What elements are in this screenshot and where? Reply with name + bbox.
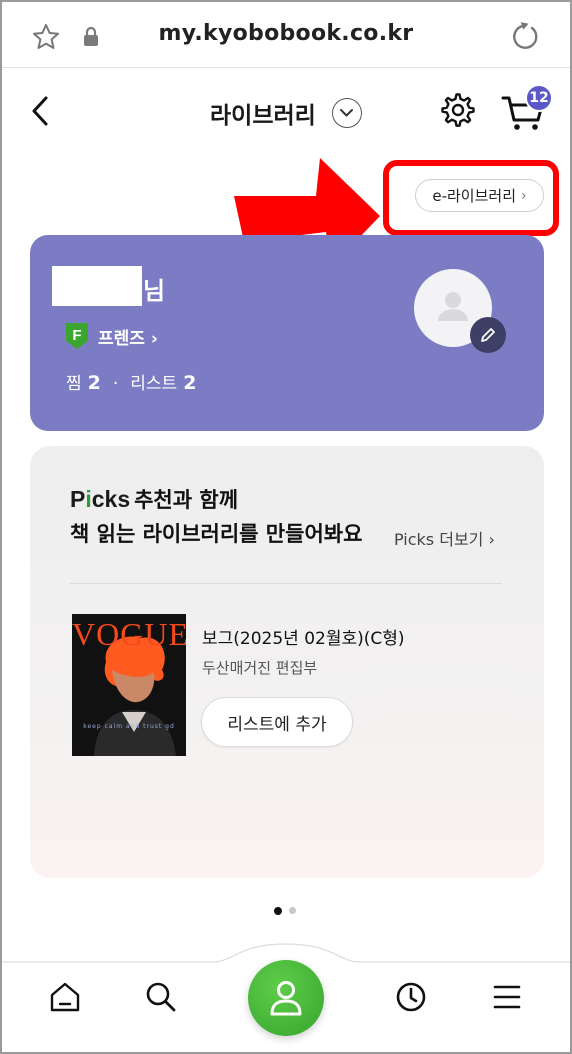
- profile-card: 님 F 프렌즈 › 찜 2 · 리스트 2: [30, 235, 544, 431]
- url-text[interactable]: my.kyobobook.co.kr: [0, 21, 572, 46]
- user-name-redacted: [52, 266, 142, 306]
- book-title[interactable]: 보그(2025년 02월호)(C형): [202, 624, 405, 649]
- picks-headline: Picks 추천과 함께: [70, 484, 238, 514]
- add-to-list-button[interactable]: 리스트에 추가: [201, 697, 353, 747]
- book-cover[interactable]: VOGUE keep calm and trust gd: [72, 614, 186, 756]
- chevron-right-icon: ›: [521, 187, 527, 204]
- edit-avatar-button[interactable]: [470, 317, 506, 353]
- chevron-down-icon[interactable]: [332, 98, 362, 128]
- cart-count-badge: 12: [525, 84, 553, 112]
- cover-masthead: VOGUE: [72, 616, 186, 652]
- search-icon[interactable]: [144, 980, 178, 1014]
- browser-url-bar: my.kyobobook.co.kr: [0, 0, 572, 68]
- bottom-navigation: [0, 940, 572, 1054]
- back-arrow-icon[interactable]: [26, 94, 56, 128]
- cover-tagline: keep calm and trust gd: [83, 723, 175, 730]
- menu-icon[interactable]: [492, 982, 522, 1012]
- list-count[interactable]: 2: [183, 372, 196, 394]
- picks-headline-text: 추천과 함께: [134, 488, 239, 512]
- user-name-suffix: 님: [143, 277, 166, 305]
- profile-stats: 찜 2 · 리스트 2: [66, 369, 196, 394]
- picks-logo: Picks: [70, 486, 131, 512]
- page-title[interactable]: 라이브러리: [210, 96, 316, 130]
- wish-label[interactable]: 찜: [66, 369, 82, 394]
- pager-dot-active[interactable]: [274, 907, 282, 915]
- grade-letter: F: [72, 327, 81, 344]
- my-library-button[interactable]: [248, 960, 324, 1036]
- home-icon[interactable]: [48, 980, 82, 1014]
- app-header: 라이브러리: [0, 68, 572, 154]
- grade-link[interactable]: 프렌즈 ›: [98, 324, 158, 349]
- picks-subheadline: 책 읽는 라이브러리를 만들어봐요: [70, 522, 363, 546]
- pager-dot[interactable]: [289, 907, 296, 914]
- pencil-icon: [481, 328, 495, 342]
- list-label[interactable]: 리스트: [130, 369, 177, 394]
- grade-badge-icon: F: [66, 323, 88, 349]
- gear-icon[interactable]: [440, 92, 476, 128]
- picks-more-link[interactable]: Picks 더보기 ›: [394, 526, 495, 550]
- picks-recommendation-card: Picks 추천과 함께 책 읽는 라이브러리를 만들어봐요 Picks 더보기…: [30, 446, 544, 878]
- wish-count[interactable]: 2: [88, 372, 101, 394]
- e-library-label: e-라이브러리: [432, 187, 517, 205]
- my-library-icon: [270, 981, 302, 1016]
- divider: [70, 583, 502, 584]
- book-author: 두산매거진 편집부: [202, 659, 318, 677]
- reload-icon[interactable]: [510, 20, 542, 52]
- e-library-button[interactable]: e-라이브러리 ›: [415, 179, 544, 212]
- recent-icon[interactable]: [394, 980, 428, 1014]
- stats-separator: ·: [112, 374, 119, 394]
